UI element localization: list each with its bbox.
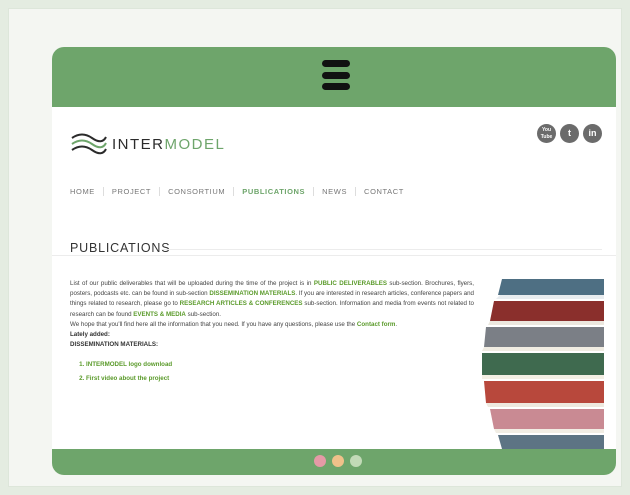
pagination-dots xyxy=(314,455,362,467)
device-frame: INTERMODEL You Tube t in HOME PROJECT CO… xyxy=(52,47,616,475)
website-screen: INTERMODEL You Tube t in HOME PROJECT CO… xyxy=(52,107,616,449)
top-bar xyxy=(52,47,616,107)
dot-3[interactable] xyxy=(350,455,362,467)
logo-waves-icon xyxy=(71,133,107,155)
download-logo-link[interactable]: INTERMODEL logo download xyxy=(86,360,474,370)
link-research-articles[interactable]: RESEARCH ARTICLES & CONFERENCES xyxy=(180,300,303,307)
page-background: INTERMODEL You Tube t in HOME PROJECT CO… xyxy=(8,8,622,487)
dot-2[interactable] xyxy=(332,455,344,467)
contact-form-link[interactable]: Contact form xyxy=(357,321,396,328)
nav-contact[interactable]: CONTACT xyxy=(355,187,412,196)
linkedin-icon[interactable]: in xyxy=(583,124,602,143)
menu-icon[interactable] xyxy=(322,60,350,90)
youtube-icon[interactable]: You Tube xyxy=(537,124,556,143)
download-video-link[interactable]: First video about the project xyxy=(86,374,474,384)
nav-news[interactable]: NEWS xyxy=(313,187,355,196)
main-content: List of our public deliverables that wil… xyxy=(70,279,474,387)
nav-publications[interactable]: PUBLICATIONS xyxy=(233,187,313,196)
page-title: PUBLICATIONS xyxy=(70,241,171,255)
twitter-icon[interactable]: t xyxy=(560,124,579,143)
latest-heading: Lately added: xyxy=(70,331,110,339)
link-dissemination-materials[interactable]: DISSEMINATION MATERIALS xyxy=(209,290,295,297)
dot-1[interactable] xyxy=(314,455,326,467)
books-image xyxy=(482,277,604,449)
logo-text: INTERMODEL xyxy=(112,135,226,153)
intro-paragraph: List of our public deliverables that wil… xyxy=(70,280,475,318)
help-paragraph: We hope that you'll find here all the in… xyxy=(70,320,398,328)
downloads-list: INTERMODEL logo download First video abo… xyxy=(86,360,474,383)
link-events-media[interactable]: EVENTS & MEDIA xyxy=(133,311,186,318)
bottom-bar xyxy=(52,449,616,475)
link-public-deliverables[interactable]: PUBLIC DELIVERABLES xyxy=(314,280,387,287)
nav-project[interactable]: PROJECT xyxy=(102,187,159,196)
nav-home[interactable]: HOME xyxy=(70,187,103,196)
latest-category: DISSEMINATION MATERIALS: xyxy=(70,341,159,349)
nav-consortium[interactable]: CONSORTIUM xyxy=(159,187,233,196)
site-header: INTERMODEL You Tube t in HOME PROJECT CO… xyxy=(52,107,616,256)
site-logo[interactable]: INTERMODEL xyxy=(70,127,225,161)
title-divider xyxy=(162,249,602,250)
main-nav: HOME PROJECT CONSORTIUM PUBLICATIONS NEW… xyxy=(70,187,412,196)
social-links: You Tube t in xyxy=(537,124,602,143)
